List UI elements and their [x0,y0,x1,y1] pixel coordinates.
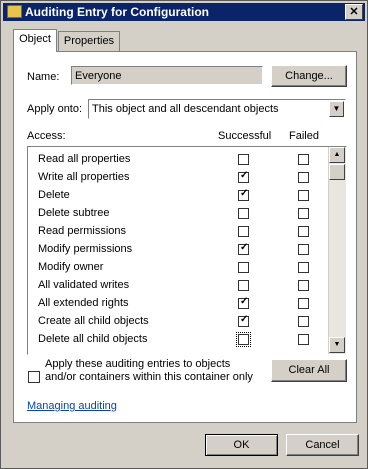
access-row: All extended rights [28,295,328,313]
failed-checkbox[interactable] [298,280,309,291]
access-row: Delete subtree [28,205,328,223]
scrollbar[interactable]: ▲ ▼ [328,147,346,354]
failed-checkbox[interactable] [298,190,309,201]
access-row-label: Write all properties [38,171,130,183]
access-row: All validated writes [28,277,328,295]
apply-container-checkbox[interactable] [28,371,40,383]
ok-button[interactable]: OK [205,434,278,456]
access-row: Write all properties [28,169,328,187]
failed-checkbox[interactable] [298,334,309,345]
access-row-label: Read all properties [38,153,131,165]
access-row: Delete [28,187,328,205]
scroll-down-icon[interactable]: ▼ [329,337,345,353]
tab-object[interactable]: Object [13,29,57,52]
access-row-label: All extended rights [38,297,129,309]
access-row-label: Delete [38,189,70,201]
failed-checkbox[interactable] [298,316,309,327]
chevron-down-icon[interactable]: ▼ [329,101,344,117]
dialog-window: Auditing Entry for Configuration ✕ Objec… [0,0,368,469]
change-button[interactable]: Change... [271,65,347,87]
folder-icon [7,5,22,18]
access-row: Modify permissions [28,241,328,259]
access-row-label: All validated writes [38,279,130,291]
failed-header: Failed [289,130,319,142]
access-row-label: Modify owner [38,261,104,273]
access-list: Read all properties Write all properties D… [27,146,347,355]
successful-checkbox[interactable] [238,154,249,165]
successful-checkbox[interactable] [238,314,249,327]
name-field: Everyone [71,66,263,85]
apply-container-label: Apply these auditing entries to objects … [45,358,253,383]
successful-checkbox[interactable] [238,280,249,291]
access-row: Create all child objects [28,313,328,331]
name-label: Name: [27,71,60,83]
close-button[interactable]: ✕ [345,4,363,20]
access-header: Access: [27,130,66,142]
failed-checkbox[interactable] [298,298,309,309]
failed-checkbox[interactable] [298,262,309,273]
scroll-thumb[interactable] [329,164,345,180]
successful-checkbox[interactable] [238,296,249,309]
failed-checkbox[interactable] [298,208,309,219]
tab-properties[interactable]: Properties [58,31,120,52]
apply-onto-label: Apply onto: [27,103,83,115]
successful-checkbox[interactable] [238,226,249,237]
access-row-label: Read permissions [38,225,127,237]
access-row-label: Delete all child objects [38,333,148,345]
successful-checkbox[interactable] [236,332,251,347]
clear-all-button[interactable]: Clear All [271,359,347,382]
title-bar: Auditing Entry for Configuration ✕ [3,3,365,21]
successful-checkbox[interactable] [238,170,249,183]
access-row: Read all properties [28,151,328,169]
access-row: Read permissions [28,223,328,241]
successful-checkbox[interactable] [238,242,249,255]
managing-auditing-link[interactable]: Managing auditing [27,400,117,412]
failed-checkbox[interactable] [298,172,309,183]
access-row-label: Delete subtree [38,207,110,219]
successful-checkbox[interactable] [238,188,249,201]
failed-checkbox[interactable] [298,226,309,237]
object-panel: Name: Everyone Change... Apply onto: Thi… [13,51,357,423]
cancel-button[interactable]: Cancel [286,434,359,456]
access-row-label: Create all child objects [38,315,149,327]
successful-checkbox[interactable] [238,262,249,273]
access-row: Delete all child objects [28,331,328,349]
successful-header: Successful [218,130,272,142]
failed-checkbox[interactable] [298,154,309,165]
scroll-up-icon[interactable]: ▲ [329,147,345,163]
apply-onto-value: This object and all descendant objects [92,103,279,115]
window-title: Auditing Entry for Configuration [25,5,209,19]
apply-onto-select[interactable]: This object and all descendant objects ▼ [88,99,346,119]
access-row-label: Modify permissions [38,243,133,255]
failed-checkbox[interactable] [298,244,309,255]
access-row: Modify owner [28,259,328,277]
successful-checkbox[interactable] [238,208,249,219]
